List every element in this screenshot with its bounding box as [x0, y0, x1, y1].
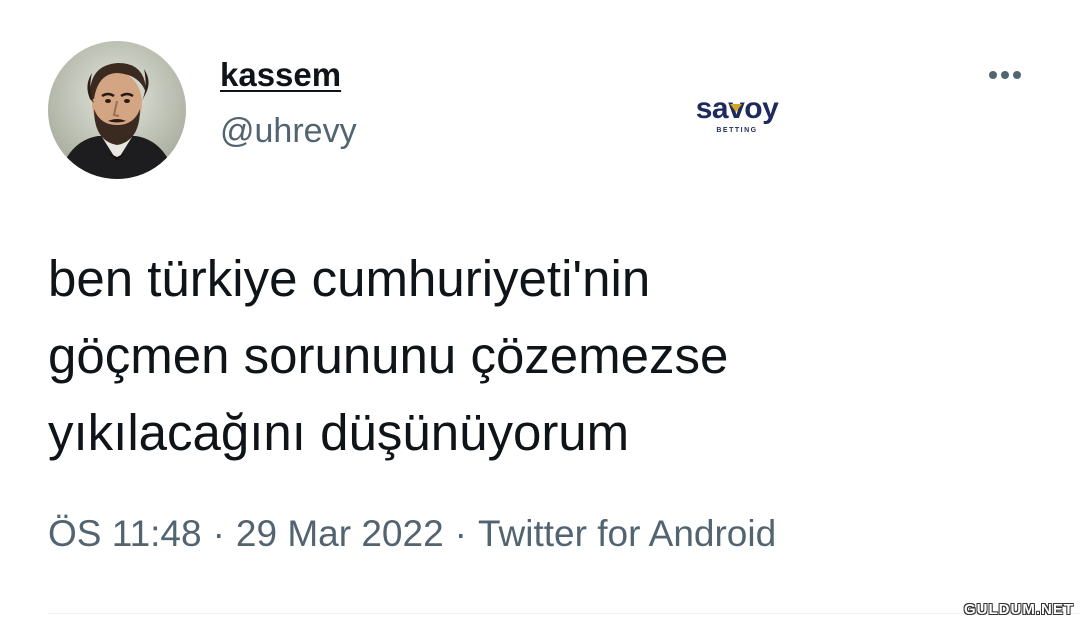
watermark: GULDUM.NET: [964, 601, 1074, 618]
tweet-metadata: ÖS 11:48 · 29 Mar 2022 · Twitter for Android: [48, 513, 776, 555]
separator-dot: ·: [212, 513, 225, 554]
user-handle[interactable]: @uhrevy: [220, 112, 357, 151]
more-horizontal-icon[interactable]: [985, 60, 1025, 90]
tweet-text: ben türkiye cumhuriyeti'nin göçmen sorun…: [48, 240, 1008, 471]
tweet-text-line: yıkılacağını düşünüyorum: [48, 404, 630, 461]
display-name[interactable]: kassem: [220, 56, 341, 94]
sponsor-logo: savoy BETTING: [678, 88, 796, 136]
tweet-time[interactable]: ÖS 11:48: [48, 513, 202, 554]
avatar[interactable]: [48, 41, 186, 179]
avatar-portrait-image: [48, 41, 186, 179]
separator-dot: ·: [454, 513, 467, 554]
divider: [48, 613, 1080, 614]
tweet-text-line: göçmen sorununu çözemezse: [48, 327, 729, 384]
tweet-source[interactable]: Twitter for Android: [478, 513, 776, 554]
tweet-text-line: ben türkiye cumhuriyeti'nin: [48, 250, 651, 307]
tweet-date[interactable]: 29 Mar 2022: [236, 513, 444, 554]
svg-text:BETTING: BETTING: [716, 127, 757, 134]
